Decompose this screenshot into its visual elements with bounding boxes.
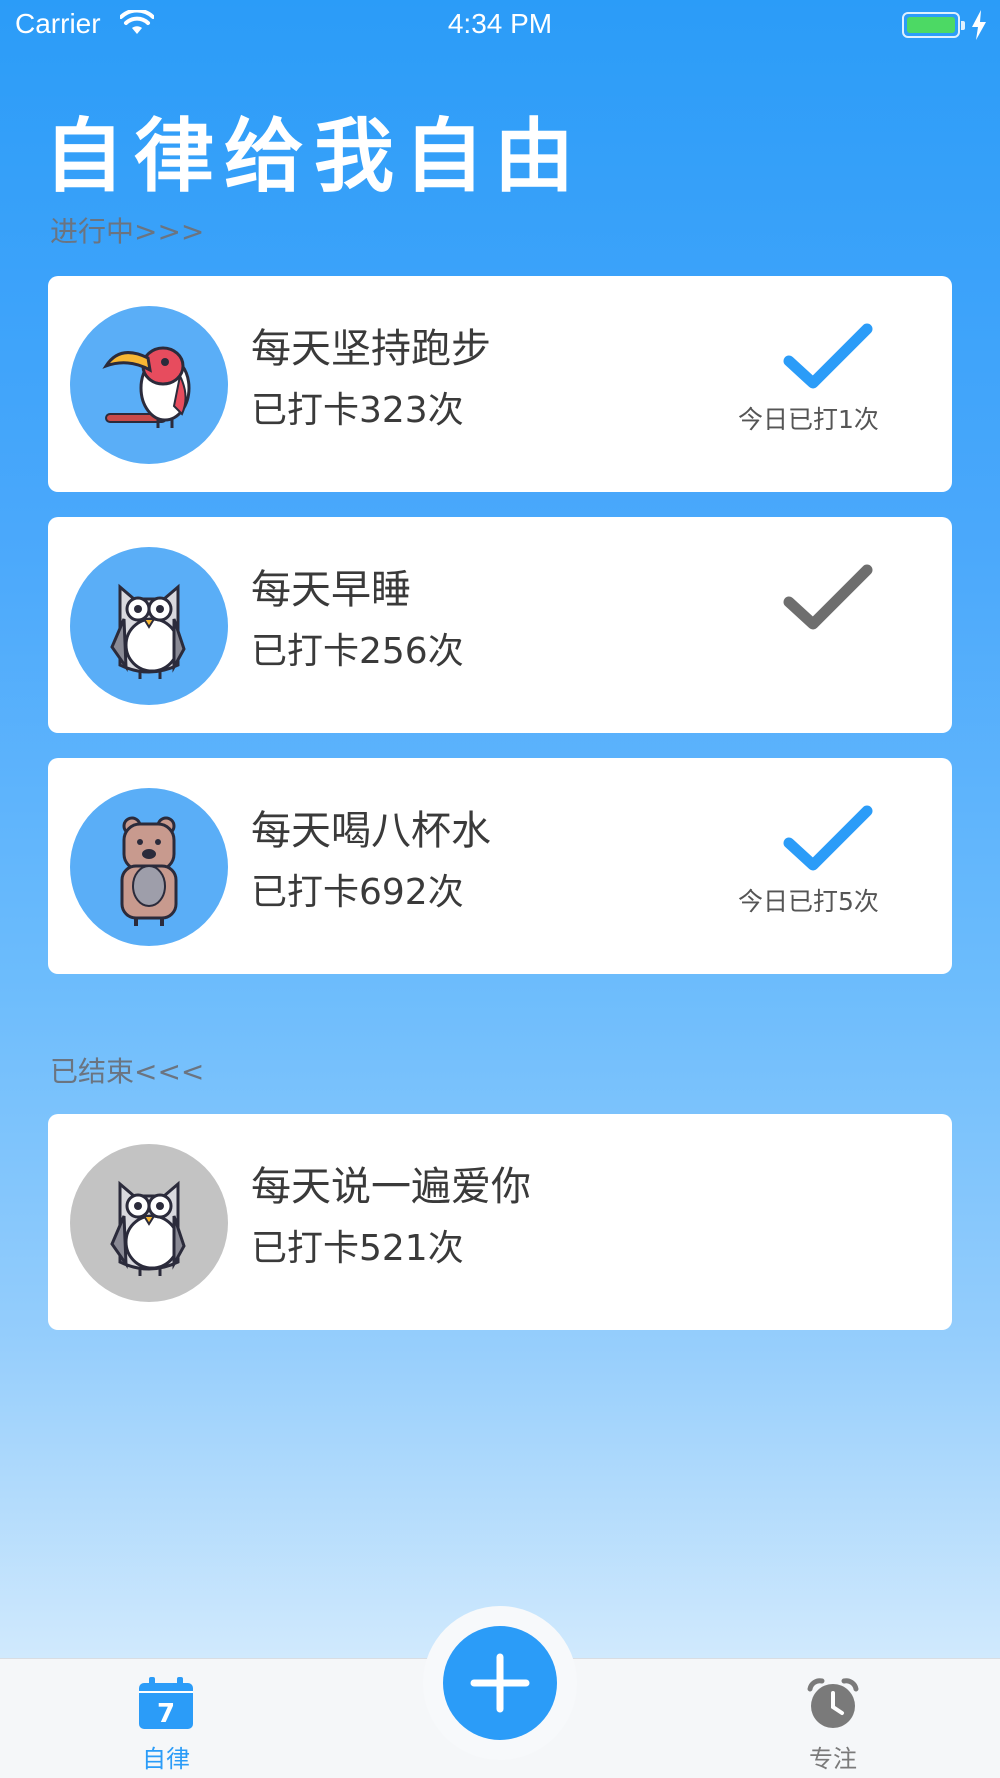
task-count: 已打卡256次: [251, 631, 464, 672]
charging-icon: [970, 10, 988, 47]
task-name: 每天说一遍爱你: [251, 1164, 531, 1210]
status-bar: Carrier 4:34 PM: [0, 0, 1000, 50]
bear-icon: [70, 788, 228, 946]
battery-icon: [902, 12, 965, 38]
toucan-icon: [70, 306, 228, 464]
plus-icon: [470, 1653, 530, 1713]
task-count: 已打卡692次: [251, 872, 464, 913]
task-card-ended[interactable]: 每天说一遍爱你 已打卡521次: [48, 1114, 952, 1330]
owl-icon: [70, 1144, 228, 1302]
today-checkin-count: 今日已打5次: [738, 887, 879, 916]
tab-focus[interactable]: 专注: [773, 1677, 893, 1774]
section-label-ended: 已结束<<<: [50, 1055, 205, 1088]
task-name: 每天坚持跑步: [251, 326, 491, 372]
alarm-clock-icon: [807, 1678, 859, 1728]
task-card[interactable]: 每天早睡 已打卡256次: [48, 517, 952, 733]
owl-icon: [70, 547, 228, 705]
tab-label: 自律: [142, 1745, 190, 1773]
check-icon[interactable]: [783, 562, 873, 636]
page-title: 自律给我自由: [44, 110, 584, 203]
task-count: 已打卡521次: [251, 1228, 464, 1269]
tab-discipline[interactable]: 7 自律: [106, 1677, 226, 1774]
task-count: 已打卡323次: [251, 390, 464, 431]
check-icon[interactable]: [783, 803, 873, 877]
svg-text:7: 7: [157, 1699, 175, 1729]
task-name: 每天喝八杯水: [251, 808, 491, 854]
check-icon[interactable]: [783, 321, 873, 395]
task-card[interactable]: 每天喝八杯水 已打卡692次 今日已打5次: [48, 758, 952, 974]
status-time: 4:34 PM: [447, 8, 553, 39]
task-name: 每天早睡: [251, 567, 411, 613]
today-checkin-count: 今日已打1次: [738, 405, 879, 434]
add-task-button[interactable]: [443, 1626, 557, 1740]
calendar-icon: 7: [139, 1677, 193, 1729]
tab-label: 专注: [809, 1745, 857, 1773]
task-card[interactable]: 每天坚持跑步 已打卡323次 今日已打1次: [48, 276, 952, 492]
section-label-active: 进行中>>>: [50, 215, 205, 248]
